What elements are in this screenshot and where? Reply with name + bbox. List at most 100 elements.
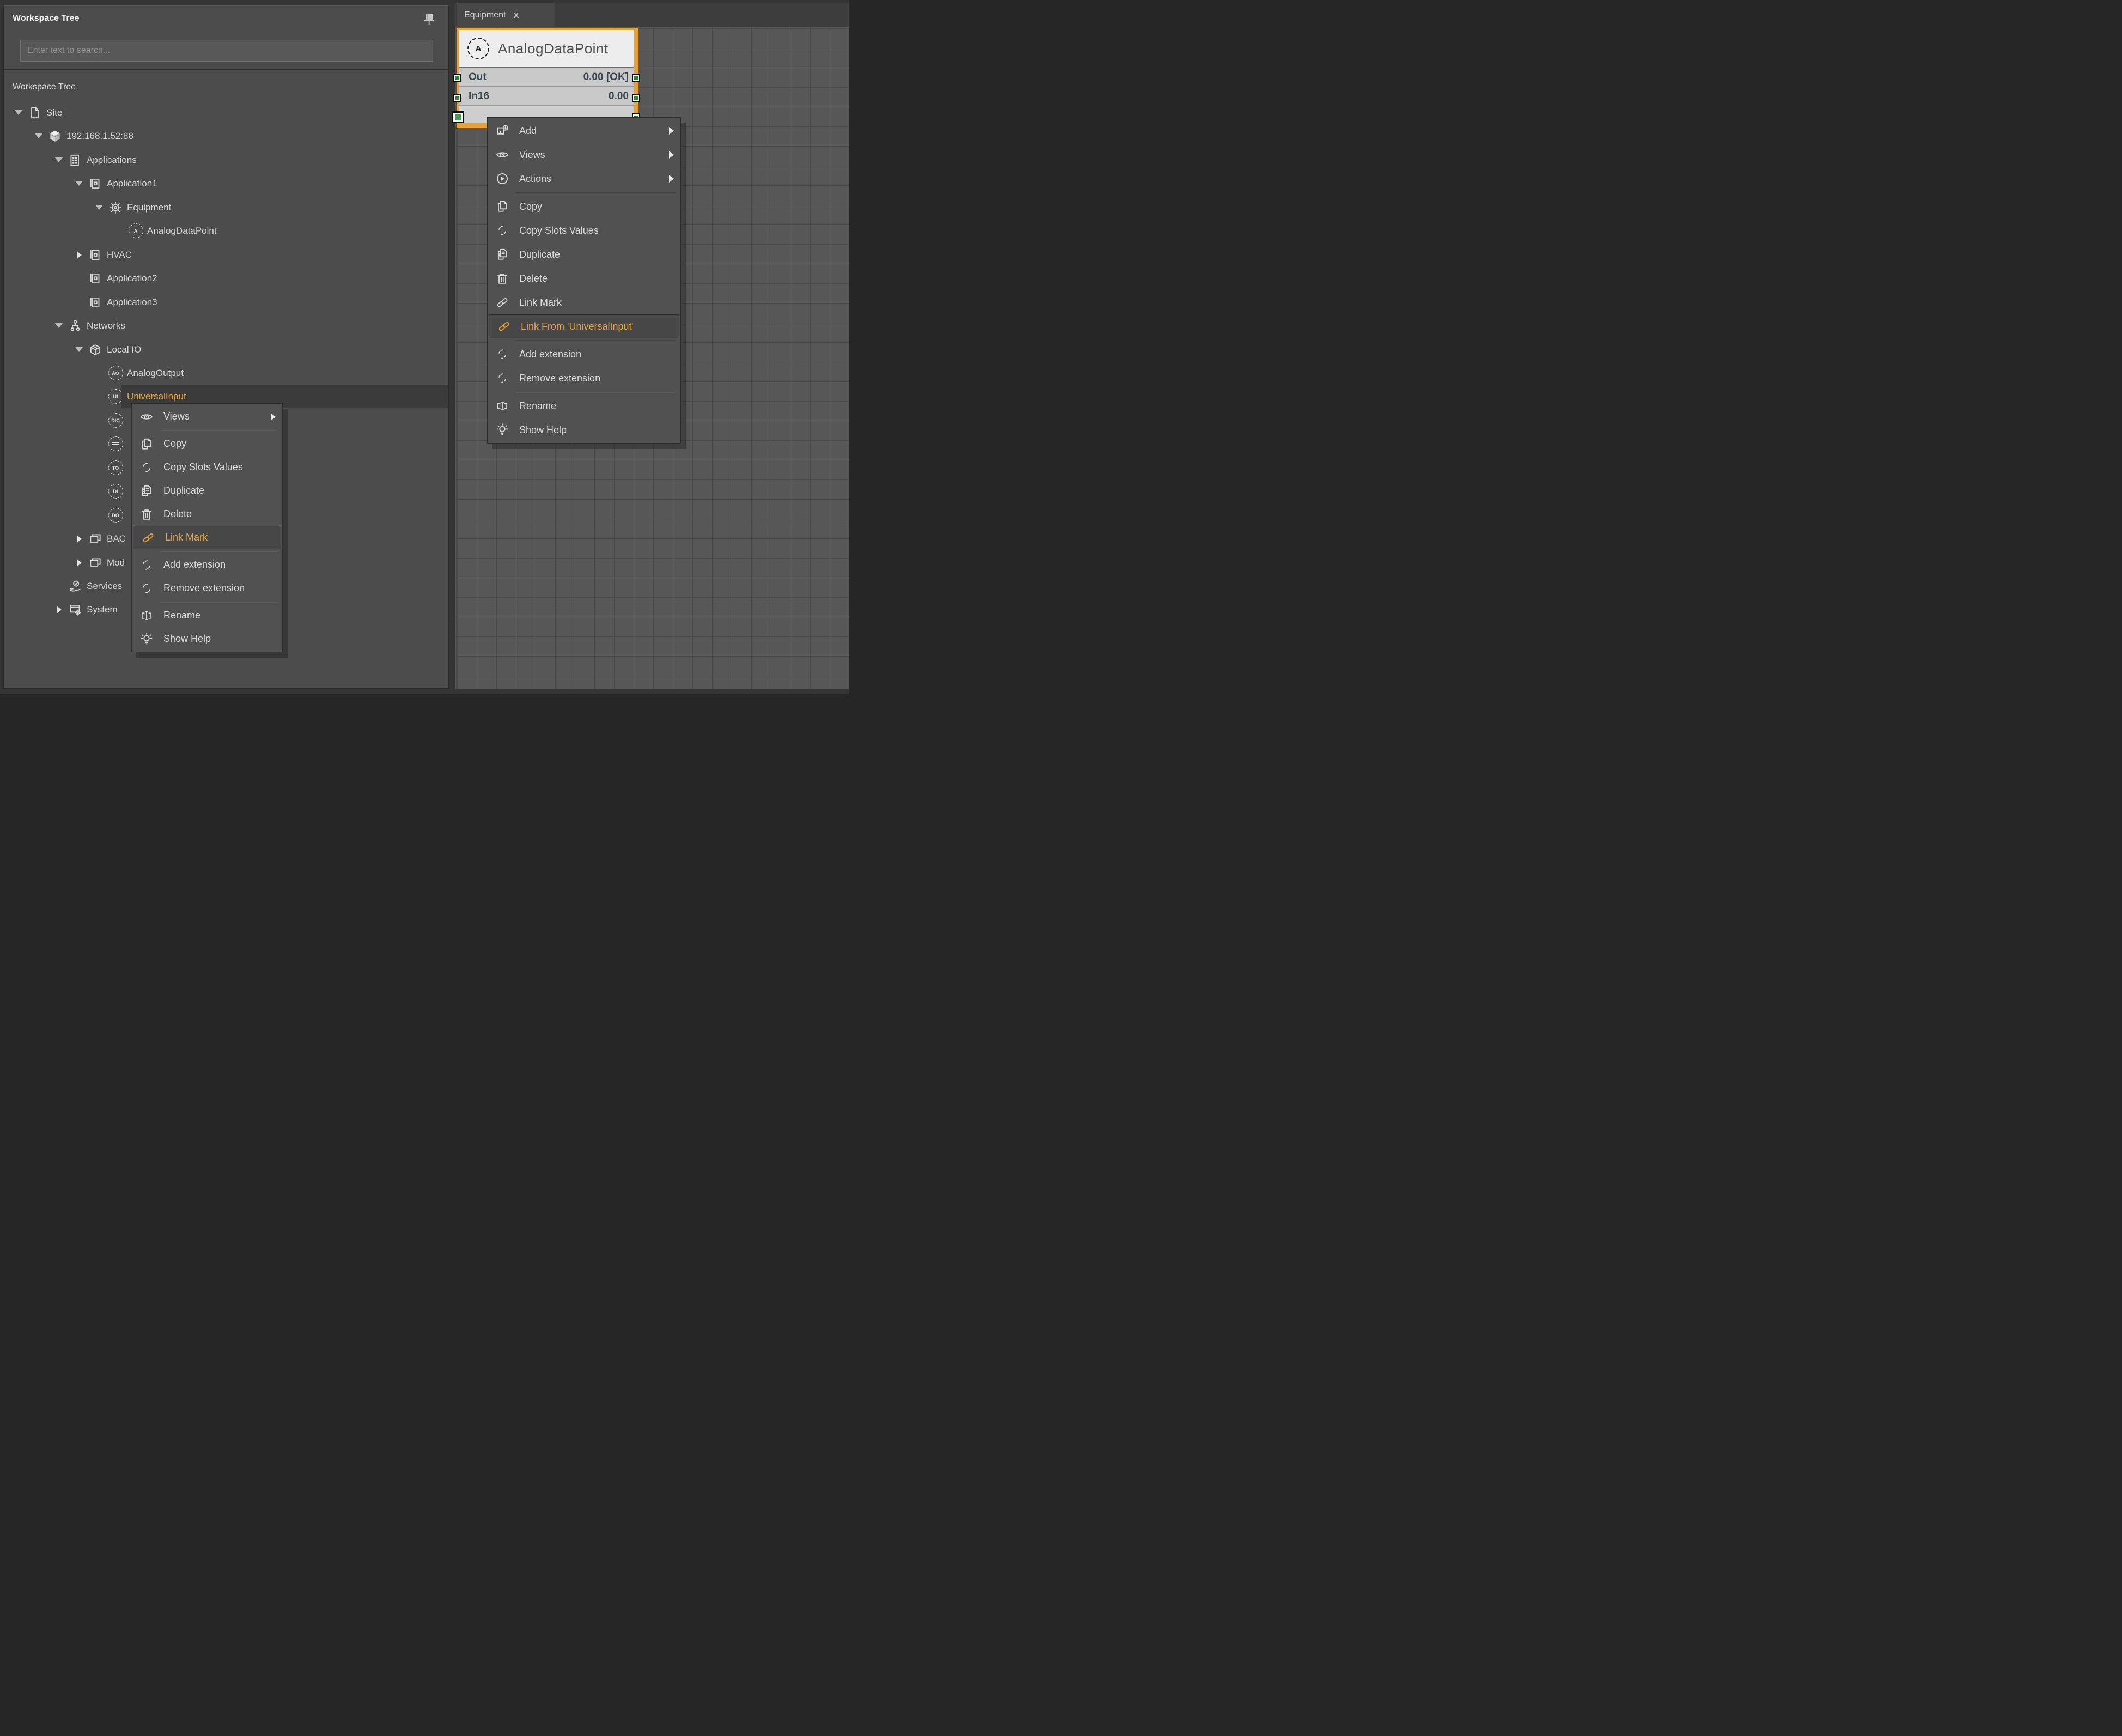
menu-item-duplicate[interactable]: Duplicate xyxy=(488,242,680,266)
tree-item-equipment[interactable]: Equipment xyxy=(4,196,448,219)
menu-item-label: Copy Slots Values xyxy=(163,462,243,473)
addwin-icon xyxy=(494,124,510,138)
menu-item-link-mark[interactable]: Link Mark xyxy=(488,290,680,314)
menu-item-link-from-universalinput-[interactable]: Link From 'UniversalInput' xyxy=(489,314,679,338)
search-input[interactable] xyxy=(20,40,433,62)
tree-item-local-io[interactable]: Local IO xyxy=(4,338,448,361)
chevron-expanded-icon[interactable] xyxy=(51,323,67,328)
block-bottom-left-handle[interactable] xyxy=(452,111,464,123)
menu-item-rename[interactable]: Rename xyxy=(488,394,680,418)
slot-row-out[interactable]: Out 0.00 [OK] xyxy=(459,68,634,87)
tree-item-application2[interactable]: Application2 xyxy=(4,266,448,290)
eye-icon xyxy=(138,410,155,424)
copy-icon xyxy=(138,437,155,451)
menu-separator xyxy=(160,549,277,553)
chevron-collapsed-icon[interactable] xyxy=(51,606,67,614)
pin-icon[interactable] xyxy=(423,13,435,27)
arcs-icon xyxy=(494,223,510,238)
menu-item-remove-extension[interactable]: Remove extension xyxy=(488,366,680,390)
tree-item-application1[interactable]: Application1 xyxy=(4,172,448,195)
menu-item-copy-slots-values[interactable]: Copy Slots Values xyxy=(488,218,680,242)
tree-item-label: UniversalInput xyxy=(127,391,186,402)
menu-item-label: Show Help xyxy=(519,424,567,436)
menu-item-add-extension[interactable]: Add extension xyxy=(488,342,680,366)
workspace-tree-header: Workspace Tree xyxy=(4,6,448,70)
menu-item-copy[interactable]: Copy xyxy=(488,195,680,218)
tree-item-site[interactable]: Site xyxy=(4,101,448,124)
slot-row-in16[interactable]: In16 0.00 xyxy=(459,87,634,106)
menu-item-copy[interactable]: Copy xyxy=(132,432,282,456)
in16-left-handle[interactable] xyxy=(453,94,461,102)
menu-item-actions[interactable]: Actions xyxy=(488,167,680,191)
menu-item-show-help[interactable]: Show Help xyxy=(488,418,680,442)
chevron-collapsed-icon[interactable] xyxy=(71,251,87,259)
tree-item-label: Site xyxy=(46,107,62,118)
submenu-arrow-icon xyxy=(669,175,674,183)
menu-item-label: Rename xyxy=(163,610,200,621)
panel-title: Workspace Tree xyxy=(13,14,79,23)
chevron-collapsed-icon[interactable] xyxy=(71,535,87,543)
tree-item-label: Application3 xyxy=(107,297,157,308)
link-icon xyxy=(494,295,510,309)
menu-separator xyxy=(160,428,277,432)
tree-item-label: AnalogDataPoint xyxy=(147,226,217,236)
tree-item-label: Services xyxy=(87,581,122,592)
menu-item-label: Duplicate xyxy=(163,485,204,496)
tab-close-icon[interactable]: X xyxy=(514,11,519,20)
tree-item-hvac[interactable]: HVAC xyxy=(4,243,448,266)
tab-bar: Equipment X xyxy=(455,3,849,27)
out-left-handle[interactable] xyxy=(453,74,461,82)
tree-item-networks[interactable]: Networks xyxy=(4,314,448,337)
menu-item-label: Copy xyxy=(163,438,186,450)
analog-data-point-block[interactable]: A AnalogDataPoint Out 0.00 [OK] In16 0.0… xyxy=(457,28,634,128)
tree-item-label: HVAC xyxy=(107,250,132,260)
menu-item-add[interactable]: Add xyxy=(488,119,680,143)
menu-item-show-help[interactable]: Show Help xyxy=(132,627,282,651)
chevron-expanded-icon[interactable] xyxy=(31,133,47,138)
chevron-expanded-icon[interactable] xyxy=(71,347,87,352)
menu-item-rename[interactable]: Rename xyxy=(132,604,282,627)
chevron-expanded-icon[interactable] xyxy=(51,157,67,162)
chevron-collapsed-icon[interactable] xyxy=(71,559,87,567)
chevron-expanded-icon[interactable] xyxy=(71,181,87,186)
menu-item-duplicate[interactable]: Duplicate xyxy=(132,479,282,502)
arcs-icon xyxy=(138,460,155,475)
menu-item-label: Views xyxy=(163,411,190,422)
menu-separator xyxy=(516,338,675,342)
io-ao-icon: AO xyxy=(108,366,123,380)
menu-item-label: Add xyxy=(519,125,537,137)
menu-item-views[interactable]: Views xyxy=(488,143,680,167)
menu-item-label: Link From 'UniversalInput' xyxy=(521,321,634,332)
menu-item-delete[interactable]: Delete xyxy=(132,502,282,526)
menu-item-delete[interactable]: Delete xyxy=(488,266,680,290)
menu-item-remove-extension[interactable]: Remove extension xyxy=(132,576,282,600)
submenu-arrow-icon xyxy=(669,127,674,135)
menu-item-link-mark[interactable]: Link Mark xyxy=(133,526,281,549)
block-header: A AnalogDataPoint xyxy=(459,30,634,68)
arcs-icon xyxy=(494,347,510,361)
tree-item-label: AnalogOutput xyxy=(127,368,184,379)
bulb-icon xyxy=(138,632,155,646)
eye-icon xyxy=(494,148,510,162)
tree-item-label: BAC xyxy=(107,533,126,544)
menu-item-label: Actions xyxy=(519,173,551,185)
menu-item-views[interactable]: Views xyxy=(132,405,282,428)
in16-right-handle[interactable] xyxy=(632,94,640,102)
tab-equipment[interactable]: Equipment X xyxy=(457,3,555,27)
link-icon xyxy=(140,531,156,545)
chevron-expanded-icon[interactable] xyxy=(91,205,107,210)
playcircle-icon xyxy=(494,172,510,186)
menu-separator xyxy=(516,191,675,195)
menu-item-add-extension[interactable]: Add extension xyxy=(132,553,282,576)
io-to-icon: TO xyxy=(108,460,123,475)
tree-item-analogoutput[interactable]: AO AnalogOutput xyxy=(4,361,448,385)
tree-item-label: Local IO xyxy=(107,344,141,355)
menu-item-copy-slots-values[interactable]: Copy Slots Values xyxy=(132,456,282,479)
tree-item-application3[interactable]: Application3 xyxy=(4,290,448,314)
trash-icon xyxy=(494,271,510,286)
tree-item-analogdatapoint[interactable]: AAnalogDataPoint xyxy=(4,219,448,242)
out-right-handle[interactable] xyxy=(632,74,640,82)
tree-item-192-168-1-52-88[interactable]: 192.168.1.52:88 xyxy=(4,124,448,148)
chevron-expanded-icon[interactable] xyxy=(10,110,27,115)
tree-item-applications[interactable]: Applications xyxy=(4,148,448,172)
